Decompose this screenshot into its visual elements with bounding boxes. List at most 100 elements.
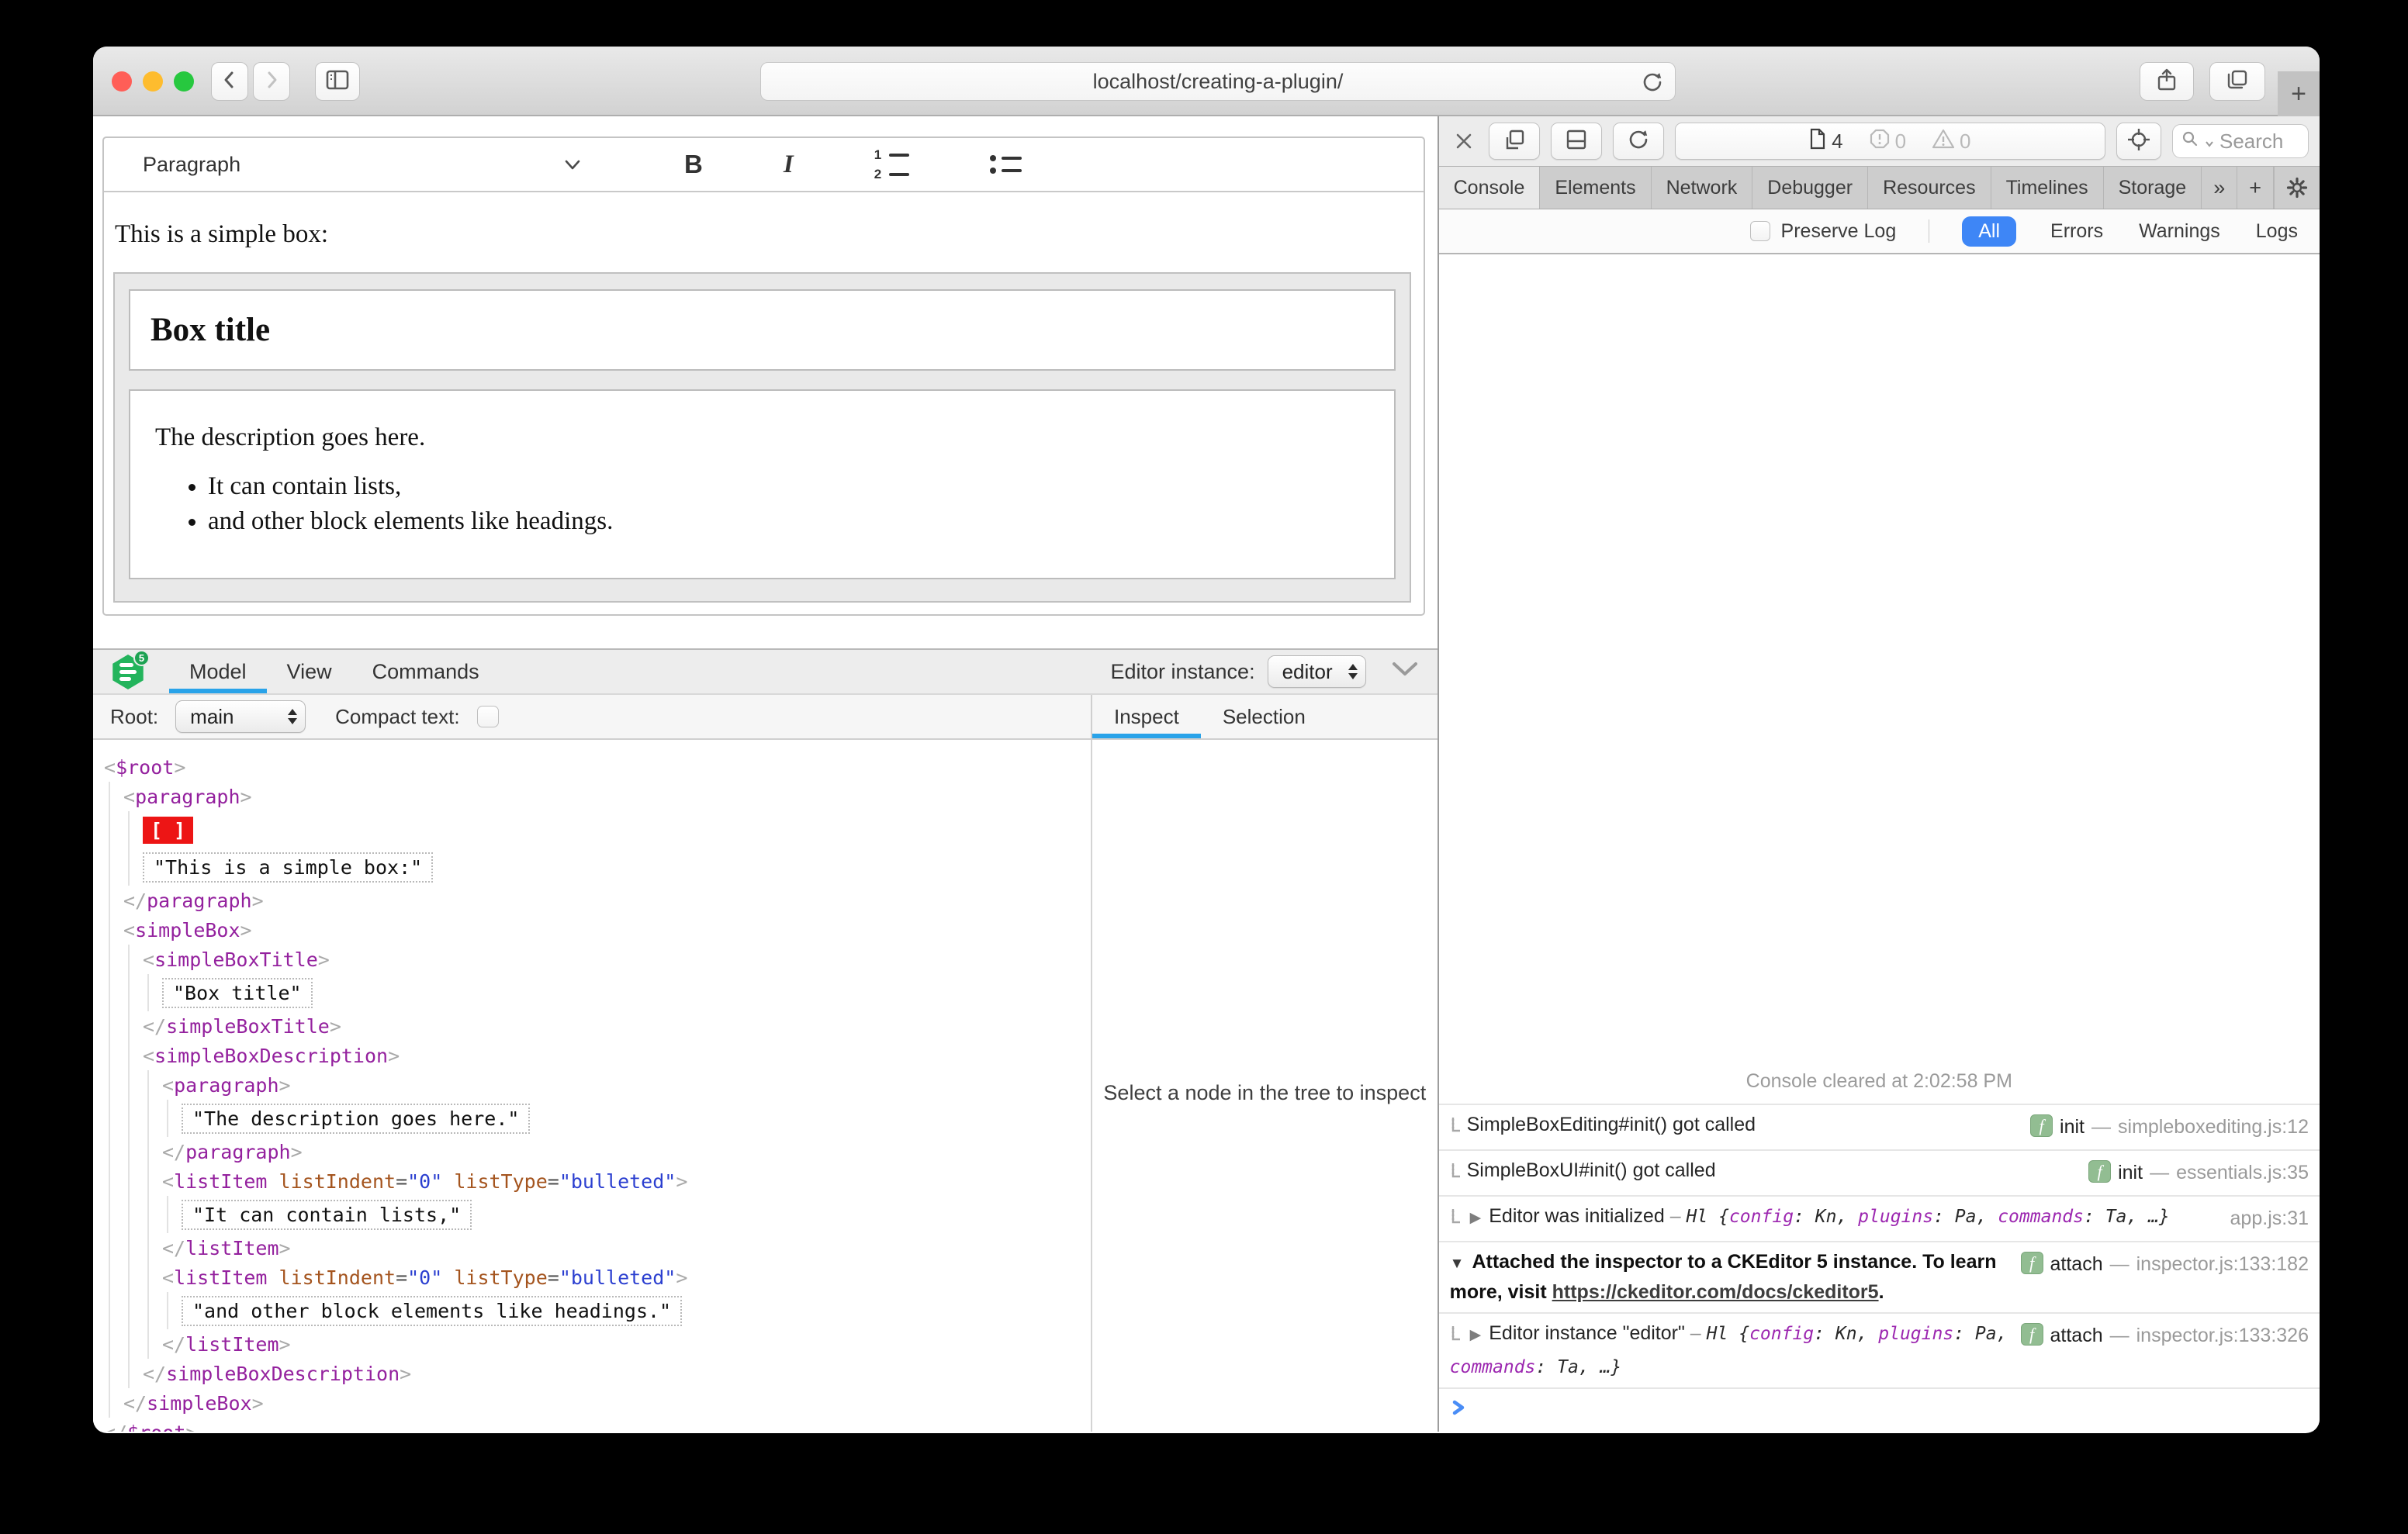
web-page: Paragraph B I 1 2 This is a simple box: … [93,116,1438,1432]
console-log-row[interactable]: SimpleBoxUI#init() got called f init — essen… [1438,1149,2320,1195]
model-tree-line[interactable]: < $root > [104,752,1091,782]
model-tree-line[interactable]: [ ] [104,811,1091,848]
model-tree-line[interactable]: "Box title" [104,974,1091,1011]
share-button[interactable] [2140,62,2194,101]
description-list-item[interactable]: It can contain lists, [208,472,1372,501]
description-paragraph[interactable]: The description goes here. [155,423,1372,452]
model-tree-line[interactable]: </simpleBox > [104,1388,1091,1418]
source-location-link[interactable]: simpleboxediting.js:12 [2118,1113,2309,1142]
model-tree-line[interactable]: </simpleBoxDescription > [104,1359,1091,1388]
model-tree-line[interactable]: "The description goes here." [104,1100,1091,1137]
console-log-row[interactable]: ▶ Editor instance "editor" – Hl {config: … [1438,1312,2320,1387]
model-tree-line[interactable]: </listItem > [104,1233,1091,1263]
bulleted-list-button[interactable] [989,155,1022,174]
inspector-tab-model[interactable]: Model [169,650,267,693]
inspector-tab-bar: Console Elements Network Debugger Resources T… [1438,166,2320,209]
console-scope-all[interactable]: All [1962,216,2017,247]
model-tree-line[interactable]: </$root> [104,1418,1091,1432]
source-location-link[interactable]: inspector.js:133:182 [2136,1250,2309,1279]
source-location-link[interactable]: app.js:31 [2230,1204,2309,1233]
model-tree-line[interactable]: </simpleBoxTitle > [104,1011,1091,1041]
simplebox-widget[interactable]: Box title The description goes here. It … [113,272,1411,603]
italic-button[interactable]: I [784,150,794,179]
model-tree-line[interactable]: "and other block elements like headings.… [104,1292,1091,1329]
console-message: ▶ Editor instance "editor" – Hl {config: … [1449,1321,2008,1377]
console-log-row[interactable]: ▼ Attached the inspector to a CKEditor 5 … [1438,1241,2320,1312]
console-scope-errors[interactable]: Errors [2049,217,2105,246]
pane-tab-selection[interactable]: Selection [1201,695,1327,738]
inspector-search-field[interactable]: Search [2172,124,2309,158]
log-type-icon [1450,1205,1462,1235]
window-minimize-button[interactable] [143,71,163,92]
source-location-link[interactable]: essentials.js:35 [2176,1159,2309,1187]
pane-tab-inspect[interactable]: Inspect [1092,695,1201,738]
back-button[interactable] [211,62,248,101]
disclosure-open-icon[interactable]: ▼ [1450,1249,1465,1278]
description-list-item[interactable]: and other block elements like headings. [208,507,1372,536]
model-tree-line[interactable]: < simpleBoxDescription > [104,1041,1091,1070]
compact-text-checkbox[interactable] [476,706,499,727]
inspector-tab-storage[interactable]: Storage [2104,167,2202,209]
console-scope-warnings[interactable]: Warnings [2137,217,2222,246]
ckeditor-frame: Paragraph B I 1 2 This is a simple box: … [102,136,1425,616]
preserve-log-checkbox[interactable] [1749,221,1770,241]
settings-gear-icon[interactable] [2274,167,2320,209]
model-tree-line[interactable]: "It can contain lists," [104,1196,1091,1233]
heading-dropdown[interactable]: Paragraph [124,153,582,177]
model-tree-line[interactable]: < paragraph > [104,782,1091,811]
inspector-tab-console[interactable]: Console [1438,167,1541,209]
model-tree-line[interactable]: < listItem listIndent = "0" listType = "bulle… [104,1166,1091,1196]
reload-page-button[interactable] [1612,123,1664,160]
collapse-inspector-icon[interactable] [1389,660,1420,684]
console-log-row[interactable]: ▶ Editor was initialized – Hl {config: Kn… [1438,1195,2320,1241]
error-octagon-icon [1870,129,1890,154]
inspector-tab-debugger[interactable]: Debugger [1752,167,1869,209]
overflow-chevrons-icon[interactable]: » [2202,167,2238,209]
console-prompt[interactable] [1438,1387,2320,1432]
console-log-row[interactable]: SimpleBoxEditing#init() got called f init —… [1438,1104,2320,1149]
simplebox-title[interactable]: Box title [129,289,1396,371]
inspector-tab-network[interactable]: Network [1652,167,1753,209]
inspector-tab-elements[interactable]: Elements [1540,167,1652,209]
model-tree-line[interactable]: < simpleBox > [104,915,1091,945]
simplebox-description[interactable]: The description goes here. It can contai… [129,389,1396,579]
chevron-right-icon [261,70,282,94]
model-tree-line[interactable]: </listItem > [104,1329,1091,1359]
bold-button[interactable]: B [684,150,703,179]
window-zoom-button[interactable] [174,71,194,92]
reload-icon[interactable] [1641,71,1664,99]
detach-inspector-button[interactable] [1488,123,1540,160]
inspector-tab-view[interactable]: View [267,650,352,693]
editor-instance-select[interactable]: editor [1267,655,1366,688]
root-select[interactable]: main [175,700,306,733]
resource-summary-control[interactable]: 4 0 0 [1674,123,2105,160]
console-link[interactable]: https://ckeditor.com/docs/ckeditor5 [1552,1281,1879,1303]
numbered-list-button[interactable]: 1 2 [874,148,909,181]
sidebar-toggle-button[interactable] [315,62,360,101]
dock-bottom-button[interactable] [1550,123,1602,160]
element-picker-button[interactable] [2116,123,2161,160]
model-tree-line[interactable]: < simpleBoxTitle > [104,945,1091,974]
disclosure-closed-icon[interactable]: ▶ [1470,1204,1482,1232]
console-scope-logs[interactable]: Logs [2254,217,2299,246]
model-tree-line[interactable]: </paragraph > [104,886,1091,915]
inspector-tab-timelines[interactable]: Timelines [1991,167,2104,209]
intro-paragraph[interactable]: This is a simple box: [115,220,1411,249]
close-inspector-button[interactable] [1450,132,1478,150]
tab-overview-button[interactable] [2209,62,2265,101]
model-tree-line[interactable]: </paragraph > [104,1137,1091,1166]
forward-button[interactable] [253,62,290,101]
address-bar[interactable]: localhost/creating-a-plugin/ [760,62,1676,101]
disclosure-closed-icon[interactable]: ▶ [1470,1321,1482,1349]
model-tree-line[interactable]: "This is a simple box:" [104,848,1091,886]
description-list[interactable]: It can contain lists, and other block ele… [152,472,1372,536]
source-location-link[interactable]: inspector.js:133:326 [2136,1322,2309,1350]
ckeditor-content[interactable]: This is a simple box: Box title The desc… [104,192,1424,603]
inspector-tab-resources[interactable]: Resources [1868,167,1991,209]
new-tab-button[interactable]: + [2278,71,2320,116]
model-tree-line[interactable]: < paragraph > [104,1070,1091,1100]
new-tab-icon[interactable]: + [2237,167,2274,209]
model-tree-line[interactable]: < listItem listIndent = "0" listType = "bulle… [104,1263,1091,1292]
window-close-button[interactable] [112,71,132,92]
inspector-tab-commands[interactable]: Commands [352,650,500,693]
